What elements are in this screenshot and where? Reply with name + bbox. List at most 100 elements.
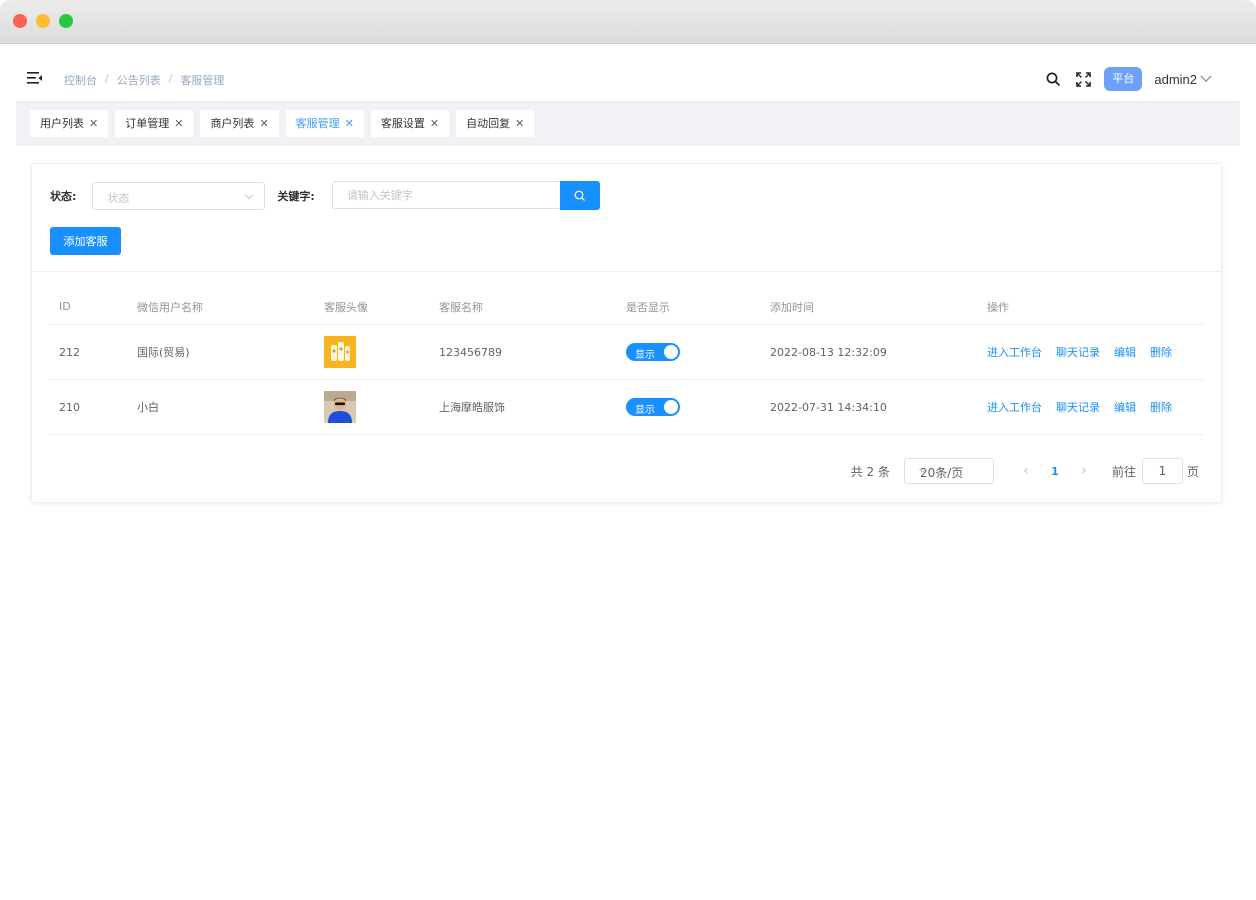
switch-knob	[664, 400, 678, 414]
cell-id: 210	[59, 400, 80, 414]
cell-show-toggle: 显示	[626, 343, 770, 361]
fullscreen-icon[interactable]	[1074, 70, 1092, 88]
header-actions: 平台 admin2	[1044, 67, 1212, 91]
page-jumper: 前往 页	[1112, 458, 1199, 484]
breadcrumb-current: 客服管理	[180, 74, 225, 87]
close-icon[interactable]: ✕	[430, 110, 439, 137]
tab-label: 自动回复	[466, 117, 511, 130]
tab-service-management[interactable]: 客服管理 ✕	[285, 110, 364, 137]
chevron-down-icon	[245, 190, 254, 199]
pagination-total: 共 2 条	[850, 464, 890, 479]
window-titlebar	[0, 0, 1256, 44]
tab-merchant-list[interactable]: 商户列表 ✕	[200, 110, 279, 137]
filter-bar: 状态: 状态 关键字:	[50, 181, 600, 210]
delete-link[interactable]: 删除	[1150, 399, 1172, 415]
delete-link[interactable]: 删除	[1150, 344, 1172, 360]
show-switch[interactable]: 显示	[626, 343, 680, 361]
enter-workbench-link[interactable]: 进入工作台	[987, 344, 1042, 360]
cell-avatar	[324, 336, 439, 368]
cell-add-time: 2022-07-31 14:34:10	[770, 400, 887, 414]
breadcrumb-separator: /	[105, 72, 109, 85]
edit-link[interactable]: 编辑	[1114, 344, 1136, 360]
column-header: 客服头像	[324, 300, 368, 314]
next-page-button[interactable]: ›	[1070, 458, 1098, 484]
platform-badge: 平台	[1104, 67, 1143, 91]
cell-avatar	[324, 391, 439, 423]
page-size-select[interactable]: 20条/页	[903, 458, 994, 484]
keyword-label: 关键字:	[277, 189, 315, 203]
cell-show-toggle: 显示	[626, 398, 770, 416]
cell-wechat-name: 小白	[137, 401, 159, 414]
tab-user-list[interactable]: 用户列表 ✕	[30, 110, 109, 137]
cell-service-name: 123456789	[439, 345, 502, 359]
breadcrumb-item[interactable]: 公告列表	[117, 72, 161, 88]
tab-label: 商户列表	[210, 117, 255, 130]
tab-service-settings[interactable]: 客服设置 ✕	[370, 110, 450, 137]
service-card: 状态: 状态 关键字: 添加客服 ID 微信用户名称	[31, 163, 1222, 503]
avatar[interactable]	[324, 391, 356, 423]
minimize-window-button[interactable]	[36, 14, 50, 28]
page-suffix: 页	[1186, 464, 1199, 479]
tab-auto-reply[interactable]: 自动回复 ✕	[456, 110, 535, 137]
table-row: 210 小白 上海摩皓服饰 显示 2022-07-31 14:34:10 进入工…	[49, 380, 1204, 435]
goto-label: 前往	[1111, 464, 1136, 479]
avatar[interactable]	[324, 336, 356, 368]
edit-link[interactable]: 编辑	[1114, 399, 1136, 415]
tab-label: 订单管理	[125, 117, 170, 130]
column-header: 客服名称	[439, 300, 483, 314]
cell-service-name: 上海摩皓服饰	[439, 401, 505, 414]
cell-actions: 进入工作台 聊天记录 编辑 删除	[987, 344, 1204, 360]
cell-actions: 进入工作台 聊天记录 编辑 删除	[987, 399, 1204, 415]
close-icon[interactable]: ✕	[89, 110, 98, 137]
close-window-button[interactable]	[13, 14, 27, 28]
column-header: 添加时间	[770, 300, 814, 314]
switch-knob	[664, 345, 678, 359]
page-number-current[interactable]: 1	[1040, 458, 1070, 484]
show-switch[interactable]: 显示	[626, 398, 680, 416]
switch-label: 显示	[635, 405, 655, 416]
close-icon[interactable]: ✕	[515, 110, 524, 137]
tab-order-management[interactable]: 订单管理 ✕	[115, 110, 194, 137]
column-header: ID	[59, 300, 71, 313]
maximize-window-button[interactable]	[59, 14, 73, 28]
page-size-value: 20条/页	[919, 466, 964, 480]
add-service-button[interactable]: 添加客服	[50, 227, 121, 255]
username: admin2	[1154, 71, 1197, 87]
tab-label: 客服设置	[380, 117, 425, 130]
status-label: 状态:	[50, 189, 77, 203]
table-row: 212 国际(贸易) 123456789 显示 2022-08-13 12:32…	[49, 325, 1204, 380]
breadcrumb-separator: /	[168, 72, 173, 85]
tab-label: 用户列表	[40, 117, 84, 130]
prev-page-button[interactable]: ‹	[1012, 458, 1040, 484]
cell-wechat-name: 国际(贸易)	[137, 346, 190, 359]
search-button[interactable]	[559, 181, 600, 210]
search-icon[interactable]	[1044, 70, 1062, 88]
goto-page-input[interactable]	[1141, 458, 1183, 484]
table-header: ID 微信用户名称 客服头像 客服名称 是否显示 添加时间 操作	[49, 289, 1204, 325]
column-header: 是否显示	[626, 300, 670, 314]
chat-history-link[interactable]: 聊天记录	[1056, 399, 1100, 415]
breadcrumb-item[interactable]: 控制台	[64, 72, 97, 88]
enter-workbench-link[interactable]: 进入工作台	[987, 399, 1042, 415]
top-header: 控制台 / 公告列表 / 客服管理 平台 admin2	[16, 44, 1240, 101]
cell-add-time: 2022-08-13 12:32:09	[770, 345, 887, 359]
close-icon[interactable]: ✕	[259, 110, 268, 137]
tags-view-bar: 用户列表 ✕ 订单管理 ✕ 商户列表 ✕ 客服管理 ✕ 客服设置 ✕ 自动回复 ✕	[16, 101, 1240, 146]
user-menu[interactable]: admin2	[1154, 70, 1212, 87]
column-header: 微信用户名称	[137, 300, 203, 314]
keyword-input[interactable]	[331, 181, 560, 209]
column-header: 操作	[987, 300, 1009, 314]
status-select-placeholder: 状态	[107, 191, 130, 205]
chat-history-link[interactable]: 聊天记录	[1056, 344, 1100, 360]
status-select[interactable]: 状态	[92, 181, 266, 210]
keyword-search-group	[331, 181, 600, 210]
breadcrumb: 控制台 / 公告列表 / 客服管理	[64, 72, 224, 88]
tags-list: 用户列表 ✕ 订单管理 ✕ 商户列表 ✕ 客服管理 ✕ 客服设置 ✕ 自动回复 ✕	[30, 110, 535, 137]
tab-label: 客服管理	[295, 117, 340, 130]
close-icon[interactable]: ✕	[174, 110, 183, 137]
search-icon	[574, 190, 585, 201]
cell-id: 212	[59, 345, 80, 359]
menu-fold-icon[interactable]	[27, 71, 43, 85]
app-window: 控制台 / 公告列表 / 客服管理 平台 admin2 用户列表 ✕ 订单管理 …	[0, 0, 1256, 900]
close-icon[interactable]: ✕	[345, 110, 354, 137]
